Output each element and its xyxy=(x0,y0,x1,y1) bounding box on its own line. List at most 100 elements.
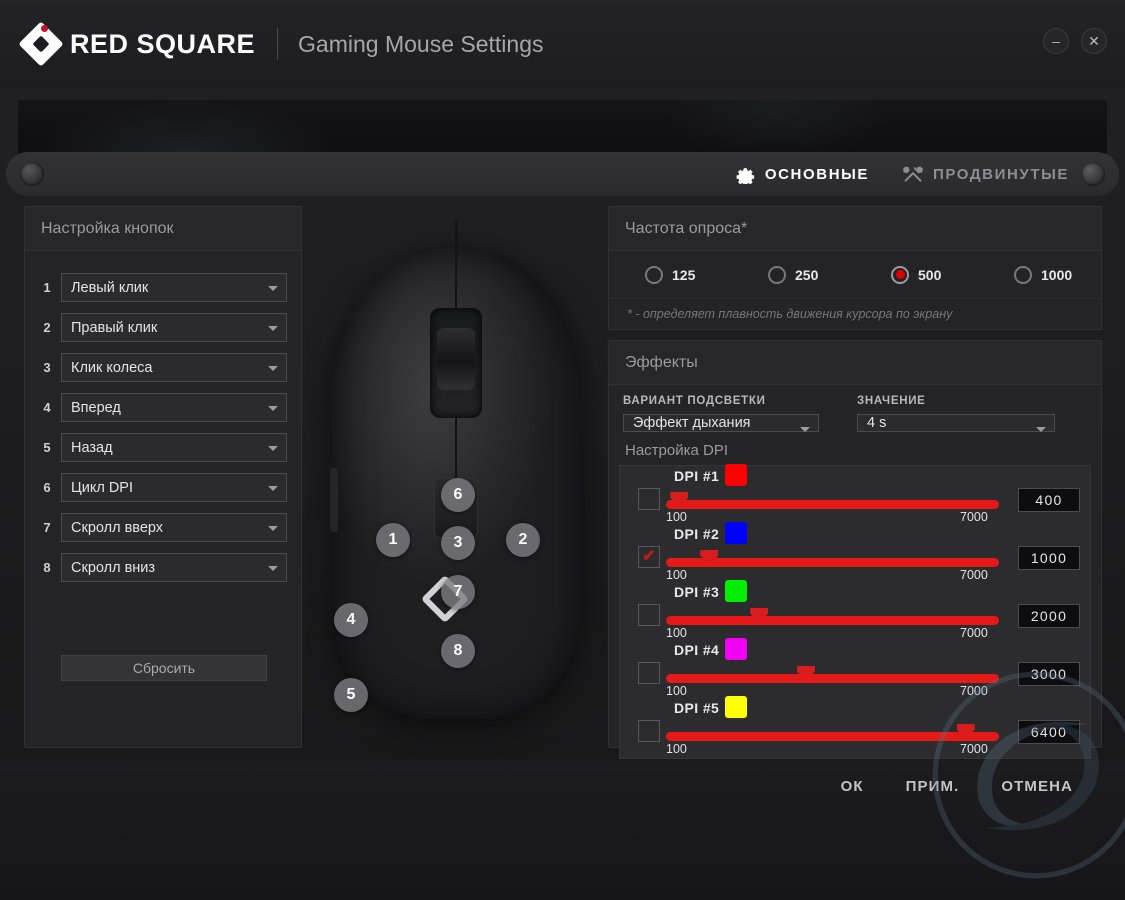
ok-button[interactable]: ОК xyxy=(841,778,864,795)
tab-basic-label: ОСНОВНЫЕ xyxy=(764,165,870,183)
dpi-slider-4[interactable] xyxy=(666,666,999,692)
dpi-row: ✔ DPI #1 100 7000 400 xyxy=(620,464,1090,526)
dpi-min-tick: 100 xyxy=(666,568,687,582)
window-controls: – ✕ xyxy=(1043,28,1107,54)
chevron-down-icon xyxy=(1036,427,1046,432)
dpi-max-tick: 7000 xyxy=(960,684,988,698)
dpi-slider-3[interactable] xyxy=(666,608,999,634)
polling-option-label: 500 xyxy=(918,266,942,283)
dpi-color-swatch-5[interactable] xyxy=(725,696,747,718)
dpi-color-swatch-4[interactable] xyxy=(725,638,747,660)
dpi-value-box-2[interactable]: 1000 xyxy=(1018,546,1080,570)
dpi-enable-checkbox-1[interactable]: ✔ xyxy=(638,488,660,510)
mouse-illustration: 1 2 3 4 5 6 7 8 xyxy=(306,200,606,760)
button-assign-select-1[interactable]: Левый клик xyxy=(61,273,287,302)
dpi-value-box-4[interactable]: 3000 xyxy=(1018,662,1080,686)
button-assignment-row: 4 Вперед xyxy=(39,393,287,422)
dpi-slider-2[interactable] xyxy=(666,550,999,576)
dpi-min-tick: 100 xyxy=(666,626,687,640)
reset-button[interactable]: Сбросить xyxy=(61,655,267,681)
effects-panel-title: Эффекты xyxy=(609,341,1101,385)
button-assign-select-3[interactable]: Клик колеса xyxy=(61,353,287,382)
tab-knob-right-icon xyxy=(1081,162,1105,186)
minimize-button[interactable]: – xyxy=(1043,28,1069,54)
brand-name: RED SQUARE xyxy=(70,28,256,59)
button-index: 3 xyxy=(43,360,51,375)
lighting-mode-group: ВАРИАНТ ПОДСВЕТКИ Эффект дыхания xyxy=(623,395,819,432)
button-index: 1 xyxy=(43,280,51,295)
lighting-value-group: ЗНАЧЕНИЕ 4 s xyxy=(857,395,1055,432)
dpi-enable-checkbox-2[interactable]: ✔ xyxy=(638,546,660,568)
dpi-value-box-3[interactable]: 2000 xyxy=(1018,604,1080,628)
tab-advanced[interactable]: ПРОДВИНУТЫЕ xyxy=(903,164,1069,184)
tab-knob-left-icon xyxy=(20,162,44,186)
dpi-slider-track xyxy=(666,558,999,567)
dpi-slider-5[interactable] xyxy=(666,724,999,750)
button-assignment-row: 8 Скролл вниз xyxy=(39,553,287,582)
cancel-button[interactable]: ОТМЕНА xyxy=(1001,778,1073,795)
dpi-value-box-1[interactable]: 400 xyxy=(1018,488,1080,512)
dpi-slider-track xyxy=(666,732,999,741)
content-area: Настройка кнопок 1 Левый клик 2 Правый клик… xyxy=(0,200,1125,760)
chevron-down-icon xyxy=(800,427,810,432)
button-assign-select-7[interactable]: Скролл вверх xyxy=(61,513,287,542)
polling-option-125[interactable]: 125 xyxy=(609,265,732,284)
button-assign-select-2[interactable]: Правый клик xyxy=(61,313,287,342)
dpi-section-title: Настройка DPI xyxy=(625,442,729,459)
apply-button[interactable]: ПРИМ. xyxy=(906,778,960,795)
polling-option-1000[interactable]: 1000 xyxy=(978,265,1101,284)
callout-1: 1 xyxy=(376,523,410,557)
button-assignment-row: 5 Назад xyxy=(39,433,287,462)
tab-advanced-label: ПРОДВИНУТЫЕ xyxy=(933,165,1069,183)
dpi-slider-track xyxy=(666,500,999,509)
polling-rate-note: * - определяет плавность движения курсор… xyxy=(627,307,953,321)
button-assignment-list: 1 Левый клик 2 Правый клик 3 Клик колеса 4 Впер… xyxy=(25,251,301,582)
button-assign-select-8[interactable]: Скролл вниз xyxy=(61,553,287,582)
polling-option-label: 1000 xyxy=(1041,266,1073,283)
close-button[interactable]: ✕ xyxy=(1081,28,1107,54)
button-index: 8 xyxy=(43,560,51,575)
callout-3: 3 xyxy=(441,526,475,560)
button-index: 4 xyxy=(43,400,51,415)
dpi-enable-checkbox-3[interactable]: ✔ xyxy=(638,604,660,626)
dpi-row: ✔ DPI #5 100 7000 6400 xyxy=(620,696,1090,758)
dpi-value-box-5[interactable]: 6400 xyxy=(1018,720,1080,744)
polling-option-label: 125 xyxy=(672,266,696,283)
callout-6: 6 xyxy=(441,478,475,512)
callout-8: 8 xyxy=(441,634,475,668)
dpi-max-tick: 7000 xyxy=(960,568,988,582)
lighting-mode-select[interactable]: Эффект дыхания xyxy=(623,414,819,432)
tab-basic[interactable]: ОСНОВНЫЕ xyxy=(736,165,869,184)
button-assignment-row: 7 Скролл вверх xyxy=(39,513,287,542)
tab-list: ОСНОВНЫЕ ПРОДВИНУТЫЕ xyxy=(736,152,1069,196)
dpi-max-tick: 7000 xyxy=(960,510,988,524)
brand-logo: RED SQUARE xyxy=(18,21,256,67)
dpi-enable-checkbox-5[interactable]: ✔ xyxy=(638,720,660,742)
hero-banner xyxy=(18,100,1107,158)
button-assign-select-6[interactable]: Цикл DPI xyxy=(61,473,287,502)
polling-option-500[interactable]: 500 xyxy=(855,265,978,284)
side-buttons-shape xyxy=(330,468,338,532)
dpi-enable-checkbox-4[interactable]: ✔ xyxy=(638,662,660,684)
dpi-slider-1[interactable] xyxy=(666,492,999,518)
diamond-logo-icon xyxy=(18,21,64,67)
lighting-value-value: 4 s xyxy=(867,415,887,431)
dpi-color-swatch-2[interactable] xyxy=(725,522,747,544)
callout-5: 5 xyxy=(334,678,368,712)
button-assign-value: Левый клик xyxy=(71,279,149,296)
button-assign-select-5[interactable]: Назад xyxy=(61,433,287,462)
chevron-down-icon xyxy=(268,526,278,531)
dpi-min-tick: 100 xyxy=(666,742,687,756)
title-bar: RED SQUARE Gaming Mouse Settings – ✕ xyxy=(0,0,1125,88)
button-assignment-row: 6 Цикл DPI xyxy=(39,473,287,502)
dpi-max-tick: 7000 xyxy=(960,742,988,756)
lighting-value-select[interactable]: 4 s xyxy=(857,414,1055,432)
dpi-min-tick: 100 xyxy=(666,510,687,524)
radio-icon xyxy=(891,265,909,284)
dpi-color-swatch-3[interactable] xyxy=(725,580,747,602)
gear-icon xyxy=(736,165,755,184)
button-assign-select-4[interactable]: Вперед xyxy=(61,393,287,422)
dpi-settings-list: ✔ DPI #1 100 7000 400 ✔ DPI #2 100 7000 1000 ✔ DPI … xyxy=(619,464,1091,759)
polling-option-250[interactable]: 250 xyxy=(732,265,855,284)
dpi-color-swatch-1[interactable] xyxy=(725,464,747,486)
